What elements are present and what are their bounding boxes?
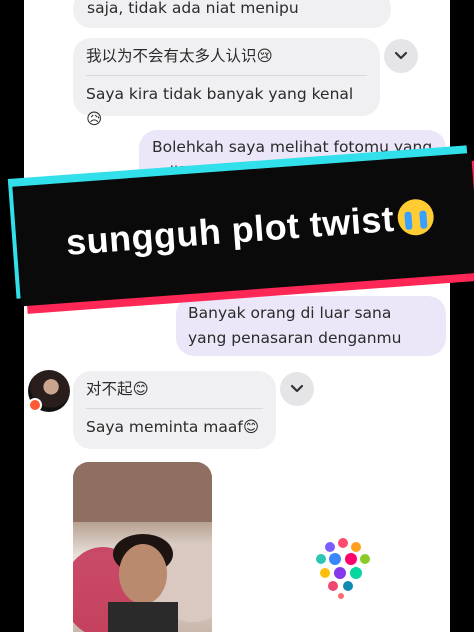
message-bubble-1[interactable]: saja, tidak ada niat menipu (73, 0, 391, 28)
banner-text: sungguh plot twist (64, 197, 396, 263)
right-letterbox (450, 0, 474, 632)
person-photo-icon (73, 462, 212, 632)
message-text: Banyak orang di luar sana yang penasaran… (188, 304, 402, 347)
translated-text: Saya kira tidak banyak yang kenal😥 (86, 85, 354, 128)
original-text: 对不起😊 (86, 380, 149, 398)
original-text: 我以为不会有太多人认识😢 (86, 47, 273, 65)
online-status-icon (28, 398, 42, 412)
translation-divider (86, 75, 367, 76)
expand-button-5[interactable] (280, 372, 314, 406)
message-bubble-5[interactable]: 对不起😊 Saya meminta maaf😊 (73, 371, 276, 449)
translated-text: Saya meminta maaf😊 (86, 418, 260, 436)
message-text: saja, tidak ada niat menipu (87, 0, 299, 17)
overlay-banner: sungguh plot twist (7, 145, 474, 314)
app-logo-icon (316, 538, 370, 599)
left-letterbox (0, 0, 24, 632)
message-bubble-2[interactable]: 我以为不会有太多人认识😢 Saya kira tidak banyak yang… (73, 38, 380, 128)
expand-button-2[interactable] (384, 39, 418, 73)
message-bubble-4[interactable]: Banyak orang di luar sana yang penasaran… (176, 296, 446, 356)
chevron-down-icon (290, 384, 304, 393)
chevron-down-icon (394, 51, 408, 60)
loudly-crying-face-icon (396, 197, 436, 237)
translation-divider (86, 408, 263, 409)
photo-message[interactable] (73, 462, 212, 632)
